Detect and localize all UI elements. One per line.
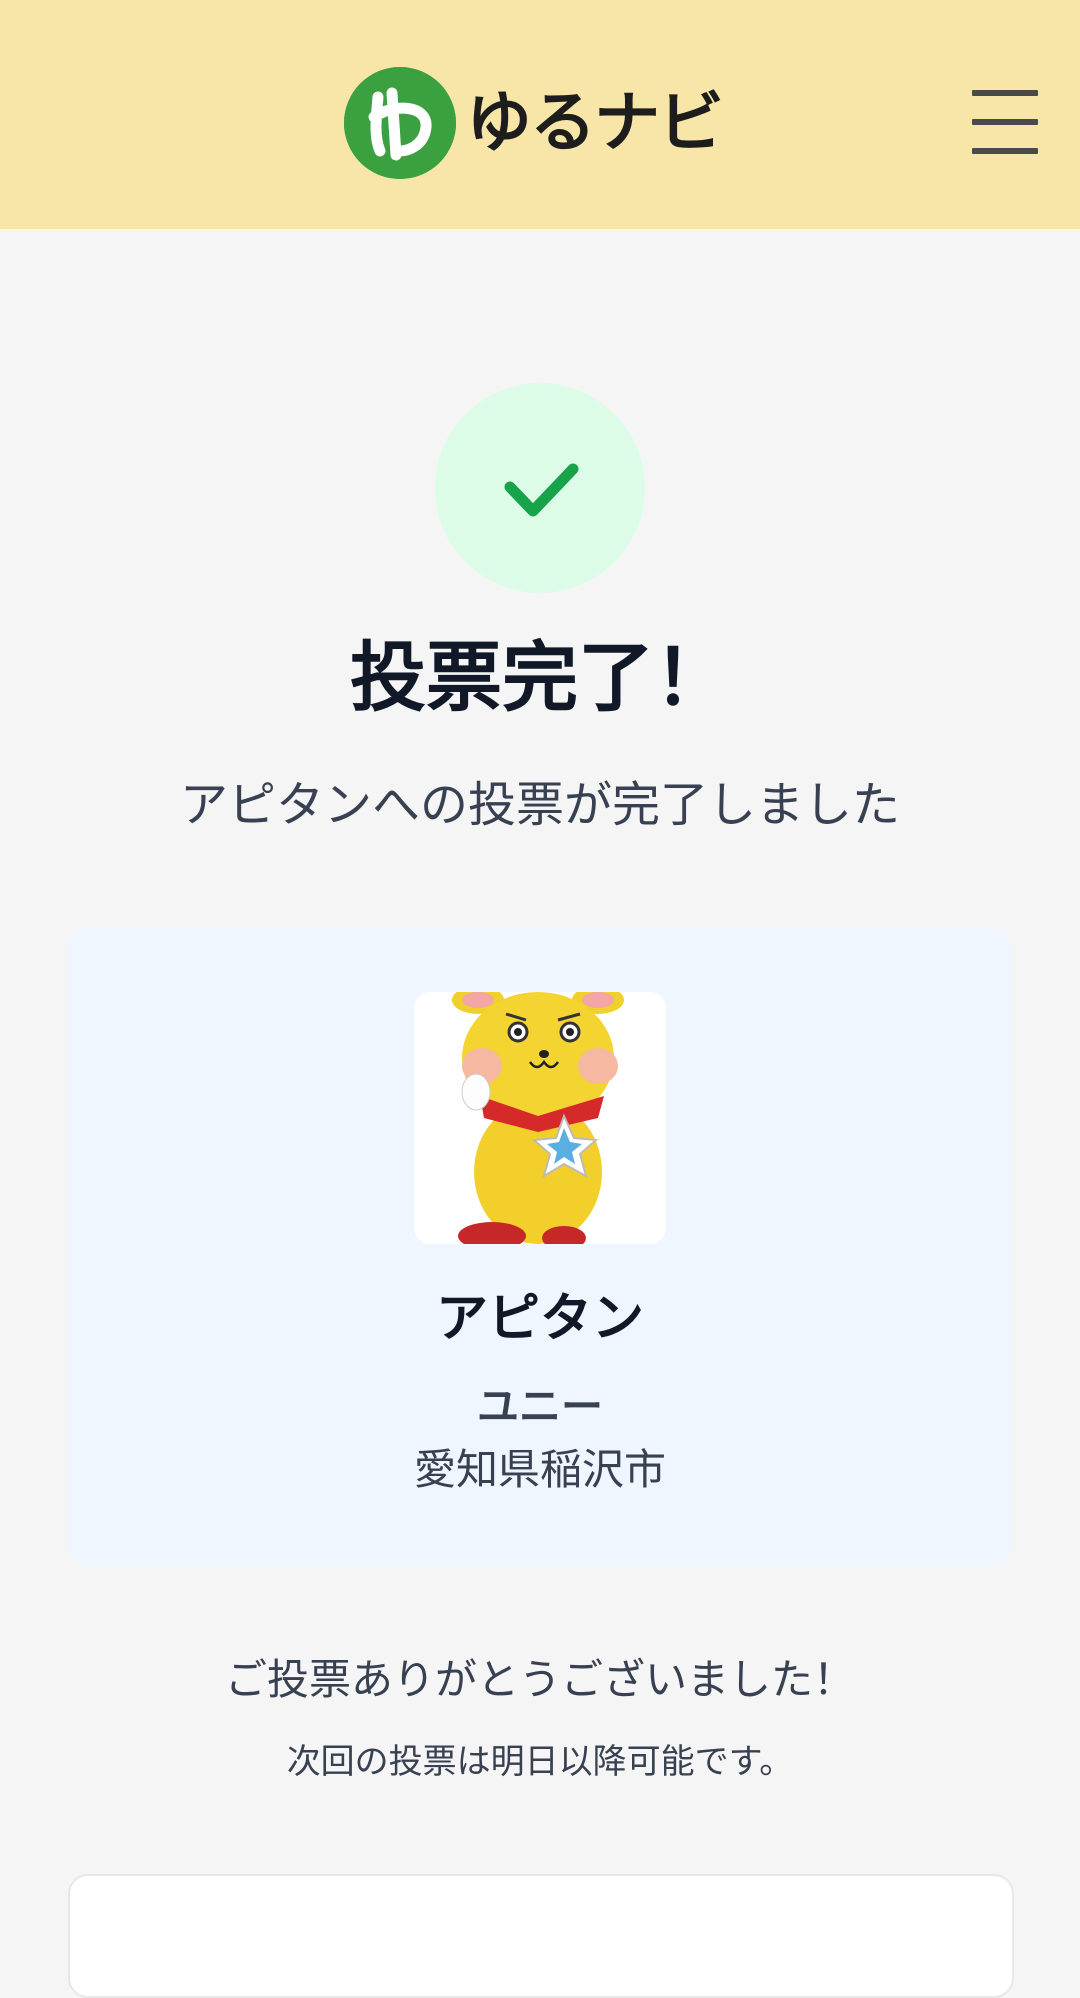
app-header: ゆるナビ bbox=[0, 0, 1080, 229]
page-title: 投票完了！ bbox=[350, 633, 730, 722]
vote-complete-message: アピタンへの投票が完了しました bbox=[179, 777, 900, 833]
checkmark-icon bbox=[504, 463, 579, 517]
success-badge bbox=[435, 383, 645, 593]
site-logo[interactable]: ゆるナビ bbox=[344, 65, 724, 181]
character-location: 愛知県稲沢市 bbox=[413, 1445, 666, 1494]
character-organization: ユニー bbox=[476, 1382, 603, 1431]
character-card: アピタン ユニー 愛知県稲沢市 bbox=[68, 928, 1012, 1566]
mascot-image bbox=[414, 992, 666, 1244]
logo-text: ゆるナビ bbox=[466, 84, 724, 161]
thanks-message: ご投票ありがとうございました！ bbox=[224, 1655, 855, 1704]
character-name: アピタン bbox=[435, 1289, 644, 1349]
bottom-panel bbox=[68, 1874, 1014, 1998]
next-vote-note: 次回の投票は明日以降可能です。 bbox=[286, 1742, 794, 1782]
logo-mark-icon bbox=[344, 67, 456, 179]
hamburger-menu-icon[interactable] bbox=[972, 88, 1038, 156]
